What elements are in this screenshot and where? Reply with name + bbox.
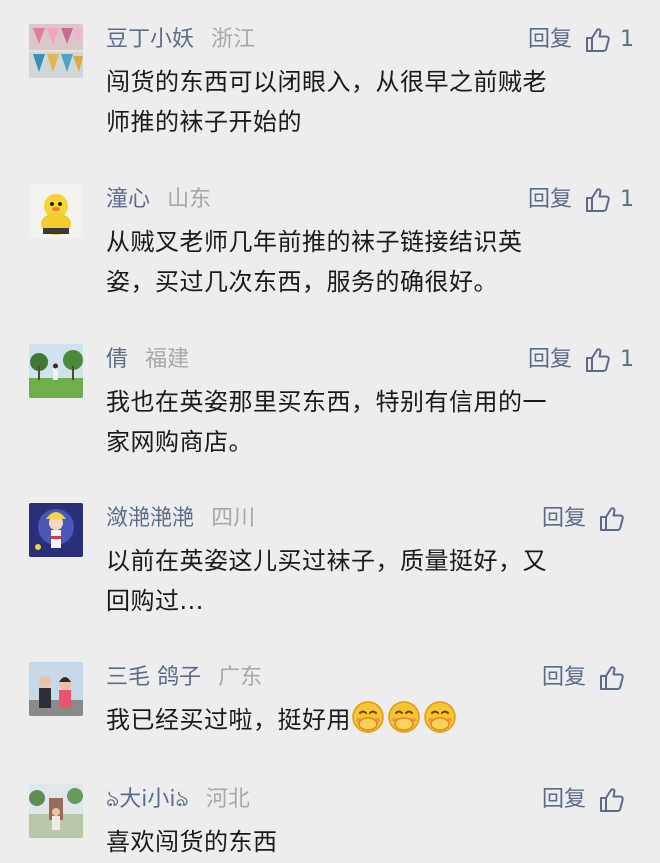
covering-mouth-emoji-icon bbox=[352, 701, 384, 733]
reply-button[interactable]: 回复 bbox=[528, 22, 572, 58]
comment-text: 以前在英姿这儿买过袜子，质量挺好，又 回购过... bbox=[106, 547, 547, 615]
thumbs-up-icon bbox=[586, 28, 610, 52]
commenter-name[interactable]: 三毛 鸽子 bbox=[106, 660, 201, 696]
commenter-name[interactable]: 豆丁小妖 bbox=[106, 22, 194, 58]
comment-text: 我已经买过啦，挺好用 bbox=[106, 700, 626, 740]
commenter-name[interactable]: 潼心 bbox=[106, 182, 150, 218]
like-button[interactable] bbox=[598, 505, 634, 533]
avatar[interactable] bbox=[29, 184, 83, 238]
commenter-name[interactable]: ঌ大i小iঌ bbox=[106, 782, 189, 818]
like-count: 1 bbox=[620, 347, 634, 372]
avatar[interactable] bbox=[29, 503, 83, 557]
thumbs-up-icon bbox=[600, 788, 624, 812]
commenter-region: 四川 bbox=[211, 506, 256, 531]
commenter-region: 山东 bbox=[167, 187, 212, 212]
like-button[interactable]: 1 bbox=[584, 342, 634, 378]
like-count: 1 bbox=[620, 187, 634, 212]
covering-mouth-emoji-icon bbox=[424, 701, 456, 733]
avatar[interactable] bbox=[29, 784, 83, 838]
thumbs-up-icon bbox=[586, 188, 610, 212]
reply-button[interactable]: 回复 bbox=[542, 782, 586, 818]
avatar[interactable] bbox=[29, 344, 83, 398]
comment-text-content: 我已经买过啦，挺好用 bbox=[106, 706, 351, 734]
commenter-region: 河北 bbox=[205, 787, 250, 812]
thumbs-up-icon bbox=[600, 666, 624, 690]
reply-button[interactable]: 回复 bbox=[528, 182, 572, 218]
reply-button[interactable]: 回复 bbox=[528, 342, 572, 378]
thumbs-up-icon bbox=[600, 507, 624, 531]
reply-button[interactable]: 回复 bbox=[542, 660, 586, 696]
commenter-name[interactable]: 倩 bbox=[106, 342, 128, 378]
comment-text: 喜欢闯货的东西 bbox=[106, 828, 278, 856]
covering-mouth-emoji-icon bbox=[388, 701, 420, 733]
like-count: 1 bbox=[620, 27, 634, 52]
reply-button[interactable]: 回复 bbox=[542, 501, 586, 537]
commenter-region: 福建 bbox=[145, 347, 190, 372]
comment-list: 豆丁小妖 浙江 回复 1 闯货的东西可以闭眼入，从很早之前贼老 师推的袜子开始的 bbox=[0, 0, 660, 863]
comment-text: 闯货的东西可以闭眼入，从很早之前贼老 师推的袜子开始的 bbox=[106, 68, 547, 136]
like-button[interactable]: 1 bbox=[584, 22, 634, 58]
commenter-name[interactable]: 潋滟滟滟 bbox=[106, 501, 194, 537]
like-button[interactable] bbox=[598, 664, 634, 692]
avatar[interactable] bbox=[29, 24, 83, 78]
comment-text: 我也在英姿那里买东西，特别有信用的一 家网购商店。 bbox=[106, 388, 547, 456]
avatar[interactable] bbox=[29, 662, 83, 716]
like-button[interactable] bbox=[598, 786, 634, 814]
commenter-region: 广东 bbox=[218, 665, 263, 690]
like-button[interactable]: 1 bbox=[584, 182, 634, 218]
comment-text: 从贼叉老师几年前推的袜子链接结识英 姿，买过几次东西，服务的确很好。 bbox=[106, 228, 523, 296]
thumbs-up-icon bbox=[586, 348, 610, 372]
commenter-region: 浙江 bbox=[211, 27, 256, 52]
